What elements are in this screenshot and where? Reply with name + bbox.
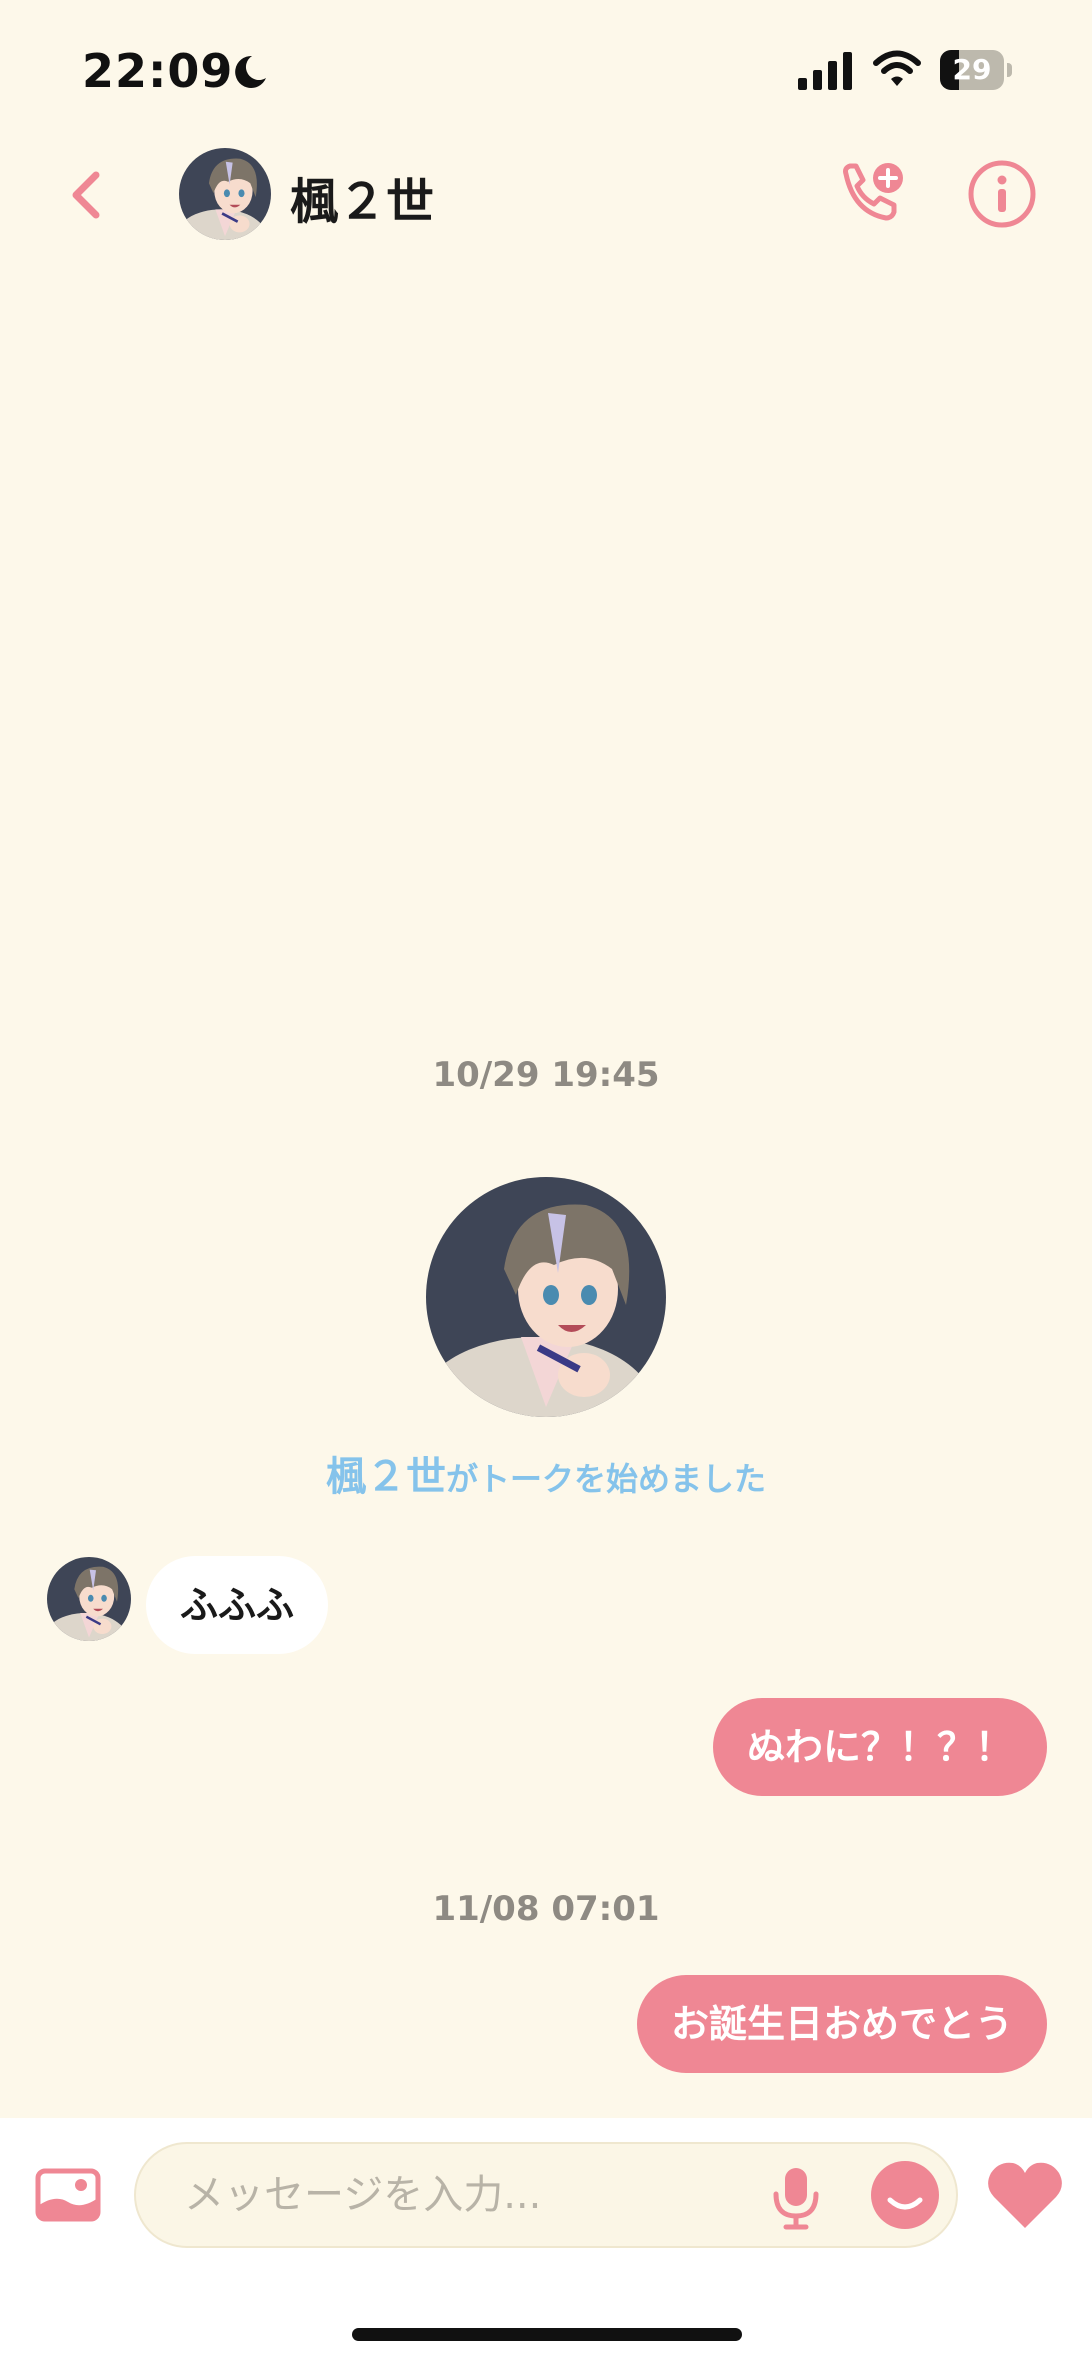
incoming-message-bubble[interactable]: ふふふ — [146, 1556, 329, 1654]
microphone-icon[interactable] — [768, 2166, 824, 2230]
moon-icon — [235, 55, 266, 88]
heart-icon[interactable] — [986, 2160, 1064, 2230]
outgoing-message-bubble[interactable]: ぬわに？！？！ — [712, 1698, 1047, 1796]
talk-start-avatar[interactable] — [426, 1177, 666, 1417]
talk-started-notice: 楓２世がトークを始めました — [0, 1444, 1092, 1502]
add-call-icon[interactable] — [836, 160, 906, 230]
wifi-icon — [873, 50, 921, 86]
message-input[interactable]: メッセージを入力... — [134, 2142, 958, 2248]
emoji-icon[interactable] — [870, 2160, 940, 2230]
cellular-signal-icon — [798, 52, 852, 90]
home-indicator — [352, 2328, 742, 2341]
talk-started-name: 楓２世 — [325, 1454, 446, 1500]
date-separator: 10/29 19:45 — [432, 1055, 660, 1095]
chat-header: 楓２世 — [0, 140, 1092, 250]
image-gallery-icon[interactable] — [35, 2168, 101, 2222]
contact-avatar[interactable] — [179, 148, 271, 240]
avatar-illustration — [426, 1177, 666, 1417]
battery-level-text: 29 — [952, 53, 992, 86]
message-input-placeholder: メッセージを入力... — [184, 2172, 542, 2218]
battery-indicator: 29 — [940, 50, 1014, 90]
message-sender-avatar[interactable] — [47, 1557, 131, 1641]
contact-name[interactable]: 楓２世 — [290, 162, 434, 232]
avatar-illustration — [179, 148, 271, 240]
status-bar: 22:09 29 — [0, 0, 1092, 140]
talk-started-suffix: がトークを始めました — [445, 1460, 766, 1498]
info-icon[interactable] — [966, 158, 1038, 230]
outgoing-message-bubble[interactable]: お誕生日おめでとう — [636, 1975, 1047, 2073]
status-time: 22:09 — [82, 44, 234, 98]
date-separator: 11/08 07:01 — [432, 1889, 660, 1929]
avatar-illustration — [47, 1557, 131, 1641]
back-chevron-icon[interactable] — [62, 165, 112, 225]
